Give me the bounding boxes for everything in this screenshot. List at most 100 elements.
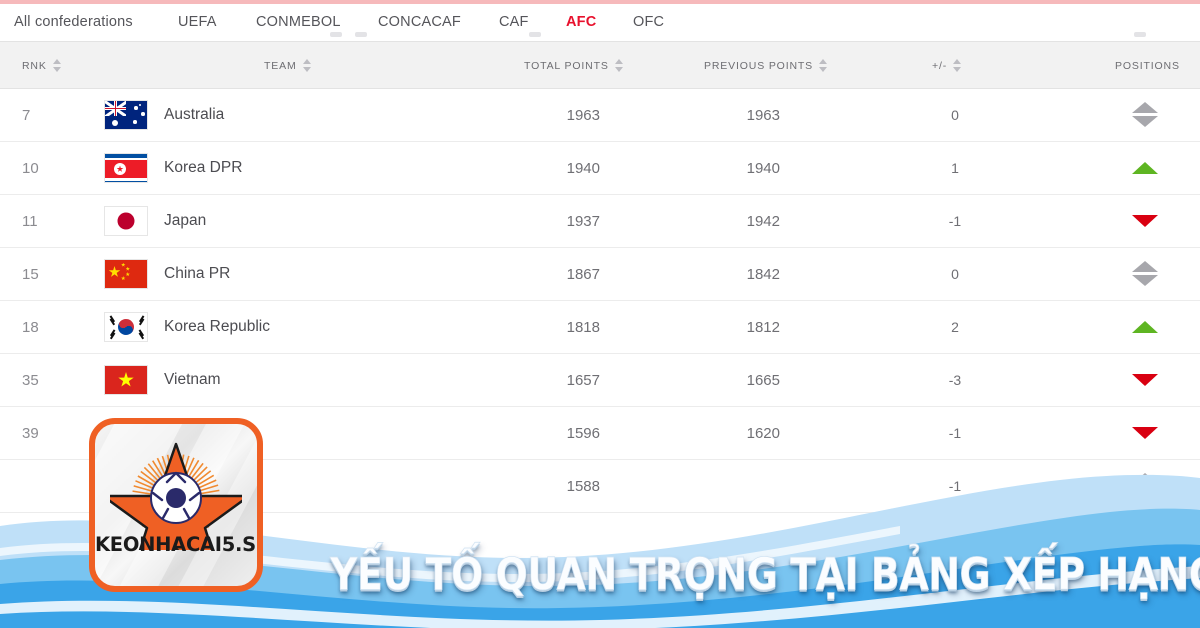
cell-previous-points <box>670 460 780 512</box>
table-row[interactable]: 10 Korea DPR 1940 1940 1 <box>0 142 1200 195</box>
cell-difference: -1 <box>948 425 962 441</box>
cell-difference: -1 <box>948 213 962 229</box>
column-header-label: +/- <box>932 59 948 72</box>
flag-china-pr-icon <box>104 259 148 289</box>
sort-arrows-icon[interactable] <box>614 58 624 73</box>
tab-label: AFC <box>566 14 597 30</box>
tab-label: OFC <box>633 14 665 30</box>
cell-rank: 10 <box>22 159 39 177</box>
team-name: Vietnam <box>164 371 221 388</box>
column-header-label: RNK <box>22 59 47 72</box>
cell-total-points: 1588 <box>566 477 600 495</box>
flag-australia-icon <box>104 100 148 130</box>
cell-rank: 15 <box>22 265 39 283</box>
cell-previous-points: 1812 <box>746 318 780 336</box>
position-down-icon <box>1132 206 1158 236</box>
cell-difference: -1 <box>948 478 962 494</box>
position-same-icon <box>1132 471 1158 501</box>
table-row[interactable]: 11 Japan 1937 1942 -1 <box>0 195 1200 248</box>
team-name: Australia <box>164 106 225 123</box>
clipped-row-above <box>0 31 1200 41</box>
cell-difference: 0 <box>951 107 959 123</box>
table-header: RNK TEAM TOTAL POINTS PREVIOUS POINTS +/- POS… <box>0 41 1200 89</box>
sort-arrows-icon[interactable] <box>302 58 312 73</box>
table-row[interactable]: 15 China PR 1867 1842 0 <box>0 248 1200 301</box>
table-row[interactable]: 35 Vietnam 1657 1665 -3 <box>0 354 1200 407</box>
position-down-icon <box>1132 365 1158 395</box>
cell-team: Vietnam <box>104 354 434 406</box>
cell-difference: 0 <box>951 266 959 282</box>
cell-previous-points: 1665 <box>746 371 780 389</box>
column-header-label: POSITIONS <box>1115 59 1180 72</box>
cell-previous-points: 1942 <box>746 212 780 230</box>
tab-label: CAF <box>499 14 529 30</box>
flag-japan-icon <box>104 206 148 236</box>
cell-total-points: 1596 <box>566 424 600 442</box>
flag-korea-republic-icon <box>104 312 148 342</box>
cell-rank <box>22 460 78 512</box>
cell-previous-points: 1940 <box>746 159 780 177</box>
cell-previous-points: 1620 <box>746 424 780 442</box>
cell-previous-points: 1963 <box>746 106 780 124</box>
team-name: Korea Republic <box>164 318 270 335</box>
cell-difference: -3 <box>948 372 962 388</box>
cell-total-points: 1940 <box>566 159 600 177</box>
column-header-team[interactable]: TEAM <box>264 42 312 89</box>
position-down-icon <box>1132 418 1158 448</box>
table-row[interactable]: 18 Korea Republic 1818 1812 2 <box>0 301 1200 354</box>
column-header-prev[interactable]: PREVIOUS POINTS <box>704 42 828 89</box>
cell-team: Australia <box>104 89 434 141</box>
cell-team: Japan <box>104 195 434 247</box>
team-name: Japan <box>164 212 207 229</box>
flag-vietnam-icon <box>104 365 148 395</box>
cell-position-change <box>1090 301 1200 353</box>
cell-total-points: 1818 <box>566 318 600 336</box>
column-header-total[interactable]: TOTAL POINTS <box>524 42 624 89</box>
column-header-diff[interactable]: +/- <box>932 42 962 89</box>
position-up-icon <box>1132 153 1158 183</box>
cell-team: Korea Republic <box>104 301 434 353</box>
tab-label: All confederations <box>14 14 133 30</box>
column-header-label: TOTAL POINTS <box>524 59 609 72</box>
cell-position-change <box>1090 195 1200 247</box>
column-header-label: TEAM <box>264 59 297 72</box>
cell-position-change <box>1090 354 1200 406</box>
cell-rank: 11 <box>22 212 38 230</box>
cell-rank: 18 <box>22 318 39 336</box>
cell-total-points: 1867 <box>566 265 600 283</box>
cell-difference: 1 <box>951 160 959 176</box>
cell-position-change <box>1090 248 1200 300</box>
watermark-logo: KEONHACAI5.SITE <box>89 418 263 592</box>
banner-headline: YẾU TỐ QUAN TRỌNG TẠI BẢNG XẾP HẠNG <box>330 548 1200 601</box>
cell-difference: 2 <box>951 319 959 335</box>
team-name: China PR <box>164 265 231 282</box>
column-header-label: PREVIOUS POINTS <box>704 59 814 72</box>
ranking-page: All confederations UEFA CONMEBOL CONCACAF CA… <box>0 0 1200 628</box>
position-same-icon <box>1132 100 1158 130</box>
sort-arrows-icon[interactable] <box>819 58 828 73</box>
position-same-icon <box>1132 259 1158 289</box>
cell-team: China PR <box>104 248 434 300</box>
watermark-brand: KEONHACAI5.SITE <box>95 533 263 556</box>
flag-korea-dpr-icon <box>104 153 148 183</box>
cell-total-points: 1657 <box>566 371 600 389</box>
team-name: Korea DPR <box>164 159 243 176</box>
cell-position-change <box>1090 142 1200 194</box>
column-header-pos: POSITIONS <box>1115 42 1180 89</box>
cell-position-change <box>1090 89 1200 141</box>
table-row[interactable]: 7 Australia 1963 1963 0 <box>0 89 1200 142</box>
sort-arrows-icon[interactable] <box>52 58 62 73</box>
cell-total-points: 1937 <box>566 212 600 230</box>
position-up-icon <box>1132 312 1158 342</box>
sort-arrows-icon[interactable] <box>953 58 962 73</box>
tab-label: UEFA <box>178 14 217 30</box>
cell-rank: 7 <box>22 106 31 124</box>
cell-rank: 39 <box>22 424 39 442</box>
cell-position-change <box>1090 460 1200 512</box>
cell-team: Korea DPR <box>104 142 434 194</box>
cell-total-points: 1963 <box>566 106 600 124</box>
tab-label: CONCACAF <box>378 14 461 30</box>
cell-position-change <box>1090 407 1200 459</box>
column-header-rank[interactable]: RNK <box>22 42 62 89</box>
tab-label: CONMEBOL <box>256 14 341 30</box>
